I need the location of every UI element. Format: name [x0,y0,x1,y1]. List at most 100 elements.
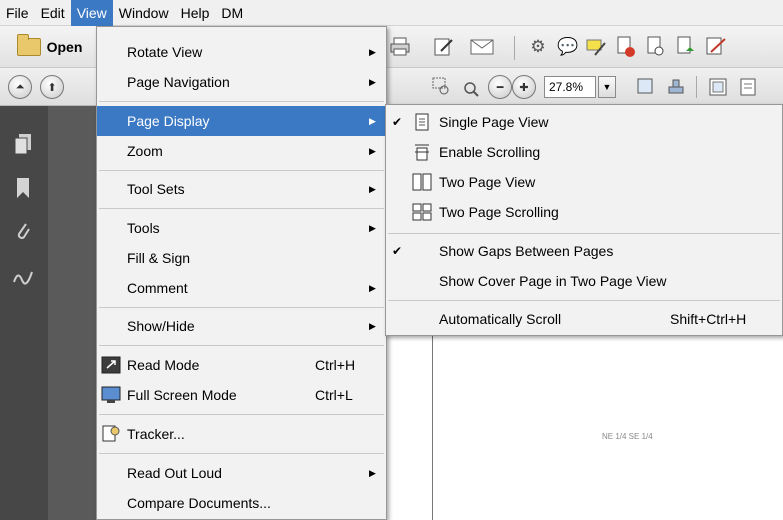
submenu-item-two-page-view[interactable]: Two Page View [386,167,782,197]
checkmark-icon: ✔ [392,115,403,129]
menu-separator [99,414,384,415]
menu-item-label: Tools [127,220,160,236]
highlight-icon[interactable] [584,35,608,59]
menu-item-read-mode[interactable]: Read Mode Ctrl+H [97,350,386,380]
edit-icon[interactable] [432,35,456,59]
first-page-icon[interactable]: ⏶ [8,75,32,99]
delete-pages-icon[interactable] [614,35,638,59]
attachments-icon[interactable] [10,218,36,246]
menu-separator [388,300,780,301]
full-screen-icon [101,386,121,404]
page-thumbnails-icon[interactable] [10,130,36,158]
menu-item-label: Compare Documents... [127,495,271,511]
two-page-scrolling-icon [412,203,432,221]
menu-item-read-out-loud[interactable]: Read Out Loud ▶ [97,458,386,488]
submenu-item-label: Single Page View [439,114,549,130]
sign-icon[interactable] [704,35,728,59]
menu-separator [99,170,384,171]
insert-pages-icon[interactable] [674,35,698,59]
zoom-in-icon[interactable]: ✚ [512,75,536,99]
submenu-item-label: Show Gaps Between Pages [439,243,614,259]
menu-item-comment[interactable]: Comment ▶ [97,273,386,303]
stamp-icon[interactable] [664,75,688,99]
menu-item-compare-documents[interactable]: Compare Documents... [97,488,386,518]
submenu-arrow-icon: ▶ [369,184,376,194]
menu-item-full-screen-mode[interactable]: Full Screen Mode Ctrl+L [97,380,386,410]
submenu-item-automatically-scroll[interactable]: Automatically Scroll Shift+Ctrl+H [386,304,782,334]
open-button[interactable]: Open [2,32,97,62]
menu-edit[interactable]: Edit [35,0,71,26]
email-icon[interactable] [470,35,494,59]
menu-window[interactable]: Window [113,0,175,26]
page-display-submenu: ✔ Single Page View Enable Scrolling Two … [385,104,783,336]
print-icon[interactable] [388,35,412,59]
menu-item-label: Page Navigation [127,74,230,90]
menu-help[interactable]: Help [175,0,216,26]
page-thumbnail-icon[interactable] [634,75,658,99]
menu-item-label: Rotate View [127,44,203,60]
zoom-out-icon[interactable]: ━ [488,75,512,99]
menu-item-zoom[interactable]: Zoom ▶ [97,136,386,166]
submenu-item-label: Automatically Scroll [439,311,562,327]
comment-icon[interactable]: 💬 [556,35,580,59]
zoom-level-input[interactable]: 27.8% [544,76,596,98]
menu-item-tool-sets[interactable]: Tool Sets ▶ [97,174,386,204]
submenu-arrow-icon: ▶ [369,223,376,233]
fit-width-icon[interactable] [736,75,760,99]
menu-item-label: Full Screen Mode [127,387,237,403]
menu-separator [99,307,384,308]
menu-item-rotate-view[interactable]: Rotate View ▶ [97,37,386,67]
submenu-arrow-icon: ▶ [369,283,376,293]
menu-item-fill-sign[interactable]: Fill & Sign [97,243,386,273]
marquee-zoom-icon[interactable] [430,75,454,99]
submenu-item-label: Two Page Scrolling [439,204,559,220]
bookmarks-icon[interactable] [10,174,36,202]
submenu-arrow-icon: ▶ [369,47,376,57]
menu-item-label: Zoom [127,143,163,159]
menu-item-label: Tool Sets [127,181,185,197]
submenu-item-label: Enable Scrolling [439,144,541,160]
menu-item-label: Show/Hide [127,318,195,334]
signatures-icon[interactable] [10,262,36,290]
menu-item-shortcut: Ctrl+H [315,357,356,373]
single-page-icon [412,113,432,131]
menu-dm[interactable]: DM [215,0,249,26]
menu-item-label: Comment [127,280,188,296]
dynamic-zoom-icon[interactable] [460,75,484,99]
menu-item-page-navigation[interactable]: Page Navigation ▶ [97,67,386,97]
menu-item-shortcut: Ctrl+L [315,387,353,403]
submenu-item-label: Show Cover Page in Two Page View [439,273,667,289]
gear-icon[interactable]: ⚙ [526,35,550,59]
previous-page-icon[interactable]: ⬆ [40,75,64,99]
menu-separator [99,208,384,209]
menu-separator [99,101,384,102]
menu-file[interactable]: File [0,0,35,26]
submenu-item-label: Two Page View [439,174,536,190]
submenu-arrow-icon: ▶ [369,468,376,478]
menu-item-show-hide[interactable]: Show/Hide ▶ [97,311,386,341]
menu-item-label: Tracker... [127,426,185,442]
submenu-item-show-gaps[interactable]: ✔ Show Gaps Between Pages [386,236,782,266]
fit-page-icon[interactable] [706,75,730,99]
submenu-item-enable-scrolling[interactable]: Enable Scrolling [386,137,782,167]
read-mode-icon [101,356,121,374]
two-page-icon [412,173,432,191]
menu-item-label: Read Mode [127,357,200,373]
scrolling-icon [412,143,432,161]
view-menu: Rotate View ▶ Page Navigation ▶ Page Dis… [96,26,387,520]
chevron-down-icon[interactable]: ▼ [598,76,616,98]
submenu-item-show-cover-page[interactable]: Show Cover Page in Two Page View [386,266,782,296]
toolbar-separator [696,76,697,98]
menu-item-tracker[interactable]: Tracker... [97,419,386,449]
open-label: Open [46,39,83,55]
extract-pages-icon[interactable] [644,35,668,59]
menu-item-page-display[interactable]: Page Display ▶ [97,106,386,136]
menu-item-label: Fill & Sign [127,250,191,266]
checkmark-icon: ✔ [392,244,403,258]
menu-separator [99,453,384,454]
submenu-item-two-page-scrolling[interactable]: Two Page Scrolling [386,197,782,227]
menu-item-tools[interactable]: Tools ▶ [97,213,386,243]
tracker-icon [101,425,121,443]
menu-view[interactable]: View [70,0,113,26]
submenu-item-single-page-view[interactable]: ✔ Single Page View [386,107,782,137]
